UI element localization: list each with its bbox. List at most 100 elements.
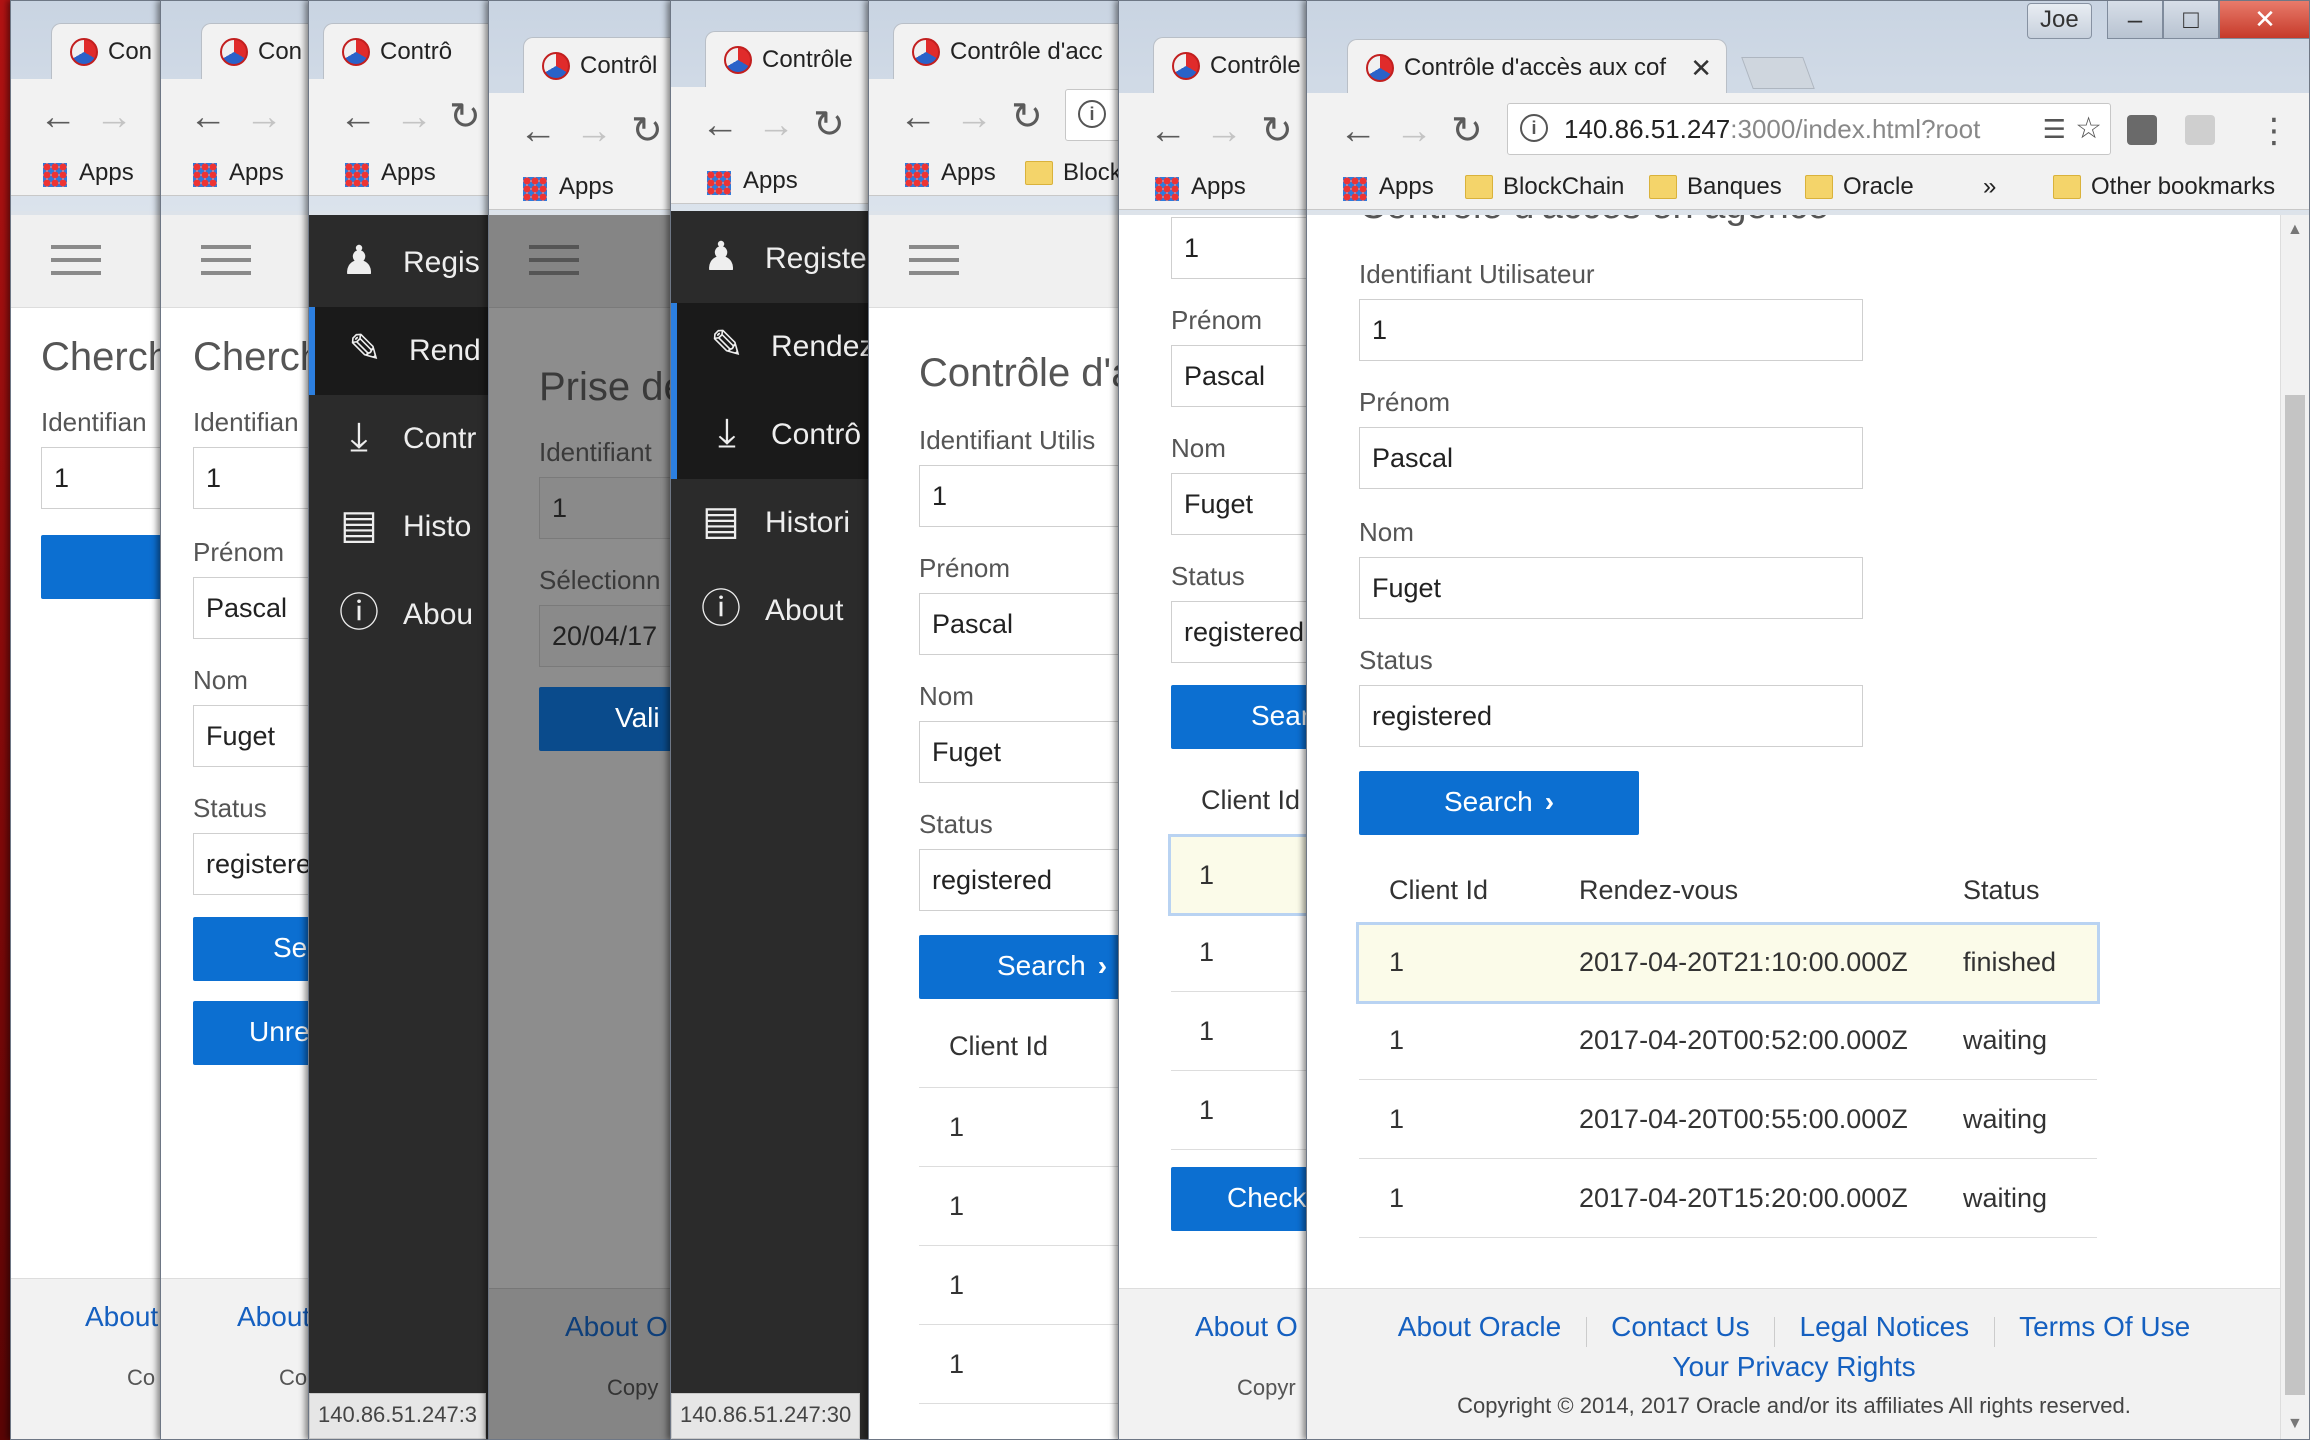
reload-icon[interactable]: ↻ <box>1011 89 1043 145</box>
arrow-left-icon[interactable]: ← <box>899 89 937 145</box>
footer: About Oracle Contact Us Legal Notices Te… <box>1307 1288 2281 1439</box>
tab-title: Con <box>108 38 153 65</box>
user-icon: ♟ <box>341 239 377 283</box>
column-header-client-id: Client Id <box>1389 875 1489 905</box>
table-row[interactable]: 1 2017-04-20T00:52:00.000Z waiting <box>1359 1001 2097 1080</box>
address-bar[interactable]: i 140.86.51.247:3000/index.html?root ☰ ☆ <box>1507 103 2111 155</box>
arrow-right-icon[interactable]: → <box>575 103 613 159</box>
arrow-left-icon[interactable]: ← <box>339 89 377 145</box>
table-row[interactable]: 1 2017-04-20T15:20:00.000Z waiting <box>1359 1159 2097 1238</box>
download-icon: ⤓ <box>350 415 368 459</box>
select-label: Sélectionn <box>539 565 661 595</box>
arrow-left-icon[interactable]: ← <box>189 89 227 145</box>
bookmark-apps[interactable]: Apps <box>1341 171 1434 203</box>
footer-copyright: Copyright © 2014, 2017 Oracle and/or its… <box>1457 1393 2131 1418</box>
bookmark-apps[interactable]: Apps <box>705 165 798 197</box>
footer-contact-link[interactable]: Contact Us <box>1611 1311 1750 1342</box>
footer-about-link[interactable]: About O <box>565 1311 668 1343</box>
close-tab-icon[interactable]: ✕ <box>1690 40 1712 95</box>
arrow-left-icon[interactable]: ← <box>519 103 557 159</box>
arrow-right-icon[interactable]: → <box>395 89 433 145</box>
new-tab-button[interactable] <box>1741 57 1815 89</box>
id-label: Identifiant Utilis <box>919 425 1096 455</box>
footer-copyright: Co <box>127 1365 156 1390</box>
arrow-right-icon[interactable]: → <box>245 89 283 145</box>
profile-button[interactable]: Joe <box>2027 3 2092 39</box>
arrow-left-icon[interactable]: ← <box>1149 103 1187 159</box>
cell-client-id: 1 <box>1389 947 1405 977</box>
reload-icon[interactable]: ↻ <box>1451 103 1483 159</box>
bookmark-blockchain[interactable]: BlockChain <box>1465 171 1624 203</box>
arrow-left-icon[interactable]: ← <box>1339 103 1377 159</box>
status-input[interactable]: registered <box>1359 685 1863 747</box>
reload-icon[interactable]: ↻ <box>631 103 663 159</box>
bookmark-apps[interactable]: Apps <box>1153 171 1246 203</box>
sidebar-item-label: Regis <box>403 246 480 279</box>
results-table: Client Id Rendez-vous Status 1 2017-04-2… <box>1356 855 2100 1238</box>
id-input[interactable]: 1 <box>1359 299 1863 361</box>
hamburger-menu-icon[interactable] <box>529 245 579 277</box>
prenom-input[interactable]: Pascal <box>1359 427 1863 489</box>
footer-about-link[interactable]: About <box>237 1301 310 1333</box>
bar-chart-icon: ▤ <box>702 499 740 543</box>
status-label: Status <box>1359 645 1433 675</box>
bookmark-apps[interactable]: Apps <box>41 157 134 189</box>
maximize-button[interactable]: □ <box>2163 1 2219 39</box>
footer-about-link[interactable]: About <box>85 1301 158 1333</box>
cell-status: waiting <box>1963 1104 2048 1134</box>
table-row[interactable]: 1 2017-04-20T00:55:00.000Z waiting <box>1359 1080 2097 1159</box>
bookmark-apps[interactable]: Apps <box>343 157 436 189</box>
minimize-button[interactable]: – <box>2107 1 2163 39</box>
bookmark-other[interactable]: Other bookmarks <box>2053 171 2275 203</box>
column-header-client-id: Client Id <box>949 1031 1049 1061</box>
extension-pdf-icon[interactable] <box>2185 115 2215 145</box>
star-icon[interactable]: ☆ <box>2075 104 2102 154</box>
page-title: Cherch <box>41 335 170 379</box>
bookmark-apps[interactable]: Apps <box>903 157 996 189</box>
id-label: Identifian <box>193 407 299 437</box>
table-row-selected[interactable]: 1 2017-04-20T21:10:00.000Z finished <box>1356 922 2100 1004</box>
cell-rendezvous: 2017-04-20T21:10:00.000Z <box>1579 947 1908 977</box>
footer-about-link[interactable]: About O <box>1195 1311 1298 1343</box>
hamburger-menu-icon[interactable] <box>909 245 959 277</box>
footer-terms-link[interactable]: Terms Of Use <box>2019 1311 2190 1342</box>
scrollbar-thumb[interactable] <box>2285 395 2305 1395</box>
arrow-left-icon[interactable]: ← <box>39 89 77 145</box>
nom-input[interactable]: Fuget <box>1359 557 1863 619</box>
arrow-right-icon[interactable]: → <box>95 89 133 145</box>
cell-status: waiting <box>1963 1183 2048 1213</box>
footer-about-link[interactable]: About Oracle <box>1398 1311 1561 1342</box>
arrow-right-icon[interactable]: → <box>1205 103 1243 159</box>
arrow-right-icon[interactable]: → <box>955 89 993 145</box>
footer-legal-link[interactable]: Legal Notices <box>1800 1311 1970 1342</box>
close-window-button[interactable]: ✕ <box>2219 1 2309 39</box>
status-label: Status <box>1171 561 1245 591</box>
bookmark-apps[interactable]: Apps <box>521 171 614 203</box>
kebab-menu-icon[interactable]: ⋮ <box>2257 103 2291 159</box>
browser-tab-active[interactable]: Contrôle d'accès aux cof ✕ <box>1347 39 1727 95</box>
bookmark-blockchain[interactable]: Block <box>1025 157 1122 189</box>
translate-icon[interactable]: ☰ <box>2036 104 2066 154</box>
search-button[interactable]: Search › <box>1359 771 1639 835</box>
reload-icon[interactable]: ↻ <box>813 97 845 153</box>
extension-shield-icon[interactable] <box>2127 115 2157 145</box>
hamburger-menu-icon[interactable] <box>201 245 251 277</box>
sidebar-item-label: Histo <box>403 510 472 543</box>
scroll-down-icon[interactable]: ▼ <box>2287 1415 2303 1433</box>
vertical-scrollbar[interactable]: ▲ ▼ <box>2280 215 2309 1439</box>
arrow-left-icon[interactable]: ← <box>701 97 739 153</box>
bookmark-banques[interactable]: Banques <box>1649 171 1782 203</box>
scroll-up-icon[interactable]: ▲ <box>2287 221 2303 239</box>
bookmark-oracle[interactable]: Oracle <box>1805 171 1914 203</box>
bookmark-apps[interactable]: Apps <box>191 157 284 189</box>
footer-privacy-link[interactable]: Your Privacy Rights <box>1307 1351 2281 1383</box>
hamburger-menu-icon[interactable] <box>51 245 101 277</box>
reload-icon[interactable]: ↻ <box>449 89 481 145</box>
bookmarks-overflow-button[interactable]: » <box>1983 171 1996 203</box>
cell-client-id: 1 <box>1389 1025 1405 1055</box>
browser-window-main[interactable]: Joe – □ ✕ Contrôle d'accès aux cof ✕ ← → … <box>1306 0 2310 1440</box>
arrow-right-icon[interactable]: → <box>757 97 795 153</box>
arrow-right-icon[interactable]: → <box>1395 103 1433 159</box>
reload-icon[interactable]: ↻ <box>1261 103 1293 159</box>
tab-title: Contrôle <box>1210 52 1301 79</box>
